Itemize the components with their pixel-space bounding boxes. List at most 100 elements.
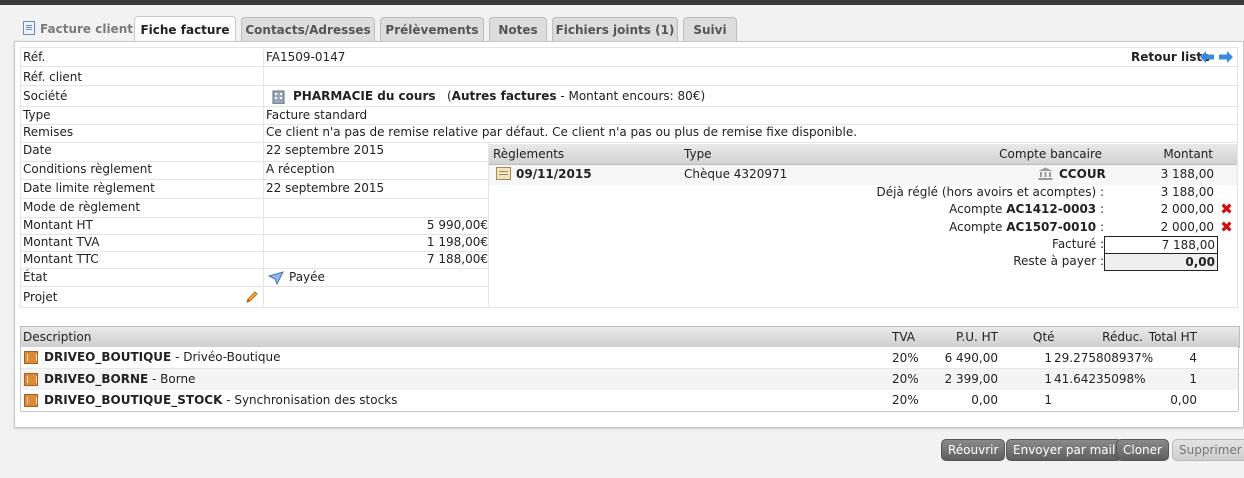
date-label: Date bbox=[23, 143, 52, 157]
lines-col-qte: Qté bbox=[1033, 330, 1055, 344]
remaining-label: Reste à payer : bbox=[1013, 254, 1104, 268]
bank-icon bbox=[1038, 167, 1053, 180]
product-ref-link[interactable]: DRIVEO_BOUTIQUE bbox=[44, 350, 171, 364]
line-pu: 6 490,00 bbox=[944, 351, 998, 365]
back-to-list-link[interactable]: Retour liste bbox=[1131, 48, 1210, 66]
line-tva: 20% bbox=[892, 393, 919, 407]
remaining-value: 0,00 bbox=[1104, 253, 1218, 271]
deposit-1-link[interactable]: AC1412-0003 bbox=[1006, 202, 1096, 216]
table-row: DRIVEO_BOUTIQUE_STOCK - Synchronisation … bbox=[20, 390, 1238, 412]
row-ref-client bbox=[20, 67, 1238, 86]
remises-label: Remises bbox=[23, 125, 74, 139]
product-ref-link[interactable]: DRIVEO_BOUTIQUE_STOCK bbox=[44, 393, 222, 407]
line-reduc: 29.275808937% bbox=[1054, 351, 1154, 365]
product-icon bbox=[24, 373, 38, 386]
payment-amount: 3 188,00 bbox=[1160, 167, 1214, 181]
reopen-button[interactable]: Réouvrir bbox=[941, 439, 1006, 461]
payments-col-type: Type bbox=[684, 147, 712, 161]
invoiced-value: 7 188,00 bbox=[1104, 236, 1218, 254]
deposit-1-prefix: Acompte bbox=[949, 202, 1003, 216]
lines-col-pu: P.U. HT bbox=[956, 330, 998, 344]
product-icon bbox=[24, 351, 38, 364]
montant-tva-label: Montant TVA bbox=[23, 235, 100, 249]
top-bar bbox=[0, 0, 1244, 5]
tab-fichiers-joints[interactable]: Fichiers joints (1) bbox=[552, 17, 678, 42]
row-ref bbox=[20, 48, 1238, 67]
payments-col-reglements: Règlements bbox=[493, 147, 565, 161]
tab-fiche-facture[interactable]: Fiche facture bbox=[134, 16, 236, 43]
lines-col-tva: TVA bbox=[892, 330, 915, 344]
lines-col-total: Total HT bbox=[1148, 330, 1197, 344]
etat-label: État bbox=[23, 270, 48, 284]
line-qte: 1 bbox=[1044, 351, 1052, 365]
type-label: Type bbox=[23, 108, 51, 122]
building-icon bbox=[272, 90, 285, 104]
montant-ht-value: 5 990,00€ bbox=[426, 218, 488, 232]
ref-client-label: Réf. client bbox=[23, 70, 83, 84]
company-name-link[interactable]: PHARMACIE du cours bbox=[293, 89, 436, 103]
montant-ttc-value: 7 188,00€ bbox=[426, 252, 488, 266]
invoice-icon bbox=[23, 21, 35, 35]
clone-button[interactable]: Cloner bbox=[1116, 439, 1169, 461]
mode-label: Mode de règlement bbox=[23, 200, 141, 214]
invoiced-label: Facturé : bbox=[1052, 237, 1104, 251]
tab-contacts-adresses[interactable]: Contacts/Adresses bbox=[241, 17, 375, 42]
payments-col-compte: Compte bancaire bbox=[999, 147, 1102, 161]
outstanding-amount: - Montant encours: 80€) bbox=[556, 89, 706, 103]
tab-prelevements[interactable]: Prélèvements bbox=[380, 17, 484, 42]
product-ref-link[interactable]: DRIVEO_BORNE bbox=[44, 372, 148, 386]
line-reduc: 41.64235098% bbox=[1054, 372, 1146, 386]
already-paid-label: Déjà réglé (hors avoirs et acomptes) : bbox=[876, 185, 1104, 199]
conditions-value: A réception bbox=[266, 162, 335, 176]
deposit-1-suffix: : bbox=[1096, 202, 1104, 216]
payment-icon bbox=[496, 167, 511, 180]
bank-account-link[interactable]: CCOUR bbox=[1059, 165, 1106, 183]
other-invoices-link[interactable]: Autres factures bbox=[452, 89, 557, 103]
product-icon bbox=[24, 394, 38, 407]
tab-label: Facture client bbox=[40, 22, 133, 36]
montant-ttc-label: Montant TTC bbox=[23, 252, 99, 266]
lines-col-description: Description bbox=[23, 330, 92, 344]
payment-date-link[interactable]: 09/11/2015 bbox=[516, 165, 592, 183]
delete-button: Supprimer bbox=[1172, 439, 1244, 461]
deposit-1-value: 2 000,00 bbox=[1160, 202, 1214, 216]
product-label: - Borne bbox=[148, 372, 196, 386]
societe-value: PHARMACIE du cours (Autres factures - Mo… bbox=[293, 87, 705, 105]
line-total: 0,00 bbox=[1170, 393, 1197, 407]
lines-col-reduc: Réduc. bbox=[1102, 330, 1143, 344]
line-qte: 1 bbox=[1044, 372, 1052, 386]
type-value: Facture standard bbox=[266, 108, 368, 122]
date-value: 22 septembre 2015 bbox=[266, 143, 385, 157]
deposit-2-link[interactable]: AC1507-0010 bbox=[1006, 220, 1096, 234]
remises-value: Ce client n'a pas de remise relative par… bbox=[266, 125, 858, 139]
societe-label: Société bbox=[23, 89, 68, 103]
tab-facture-client[interactable]: Facture client bbox=[23, 17, 135, 41]
conditions-label: Conditions règlement bbox=[23, 162, 153, 176]
deposit-2-value: 2 000,00 bbox=[1160, 220, 1214, 234]
projet-label: Projet bbox=[23, 290, 58, 304]
divider bbox=[1238, 347, 1239, 411]
pencil-icon[interactable] bbox=[245, 290, 259, 304]
delete-deposit-2-icon[interactable]: ✖ bbox=[1220, 220, 1233, 235]
tab-suivi[interactable]: Suivi bbox=[683, 17, 737, 42]
paid-icon bbox=[268, 271, 284, 285]
line-qte: 1 bbox=[1044, 393, 1052, 407]
date-limite-value: 22 septembre 2015 bbox=[266, 181, 385, 195]
montant-tva-value: 1 198,00€ bbox=[426, 235, 488, 249]
ref-label: Réf. bbox=[23, 50, 46, 64]
payments-col-montant: Montant bbox=[1163, 147, 1213, 161]
deposit-2-suffix: : bbox=[1096, 220, 1104, 234]
product-label: - Synchronisation des stocks bbox=[222, 393, 398, 407]
product-label: - Drivéo-Boutique bbox=[171, 350, 281, 364]
send-email-button[interactable]: Envoyer par mail bbox=[1006, 439, 1123, 461]
date-limite-label: Date limite règlement bbox=[23, 181, 155, 195]
tab-notes[interactable]: Notes bbox=[489, 17, 547, 42]
already-paid-value: 3 188,00 bbox=[1160, 185, 1214, 199]
line-tva: 20% bbox=[892, 372, 919, 386]
arrow-right-icon[interactable] bbox=[1219, 51, 1233, 63]
divider bbox=[20, 307, 1238, 308]
deposit-2-label: Acompte AC1507-0010 : bbox=[860, 218, 1104, 236]
arrow-left-icon[interactable] bbox=[1200, 51, 1214, 63]
delete-deposit-1-icon[interactable]: ✖ bbox=[1220, 202, 1233, 217]
lines-header bbox=[20, 326, 1240, 348]
